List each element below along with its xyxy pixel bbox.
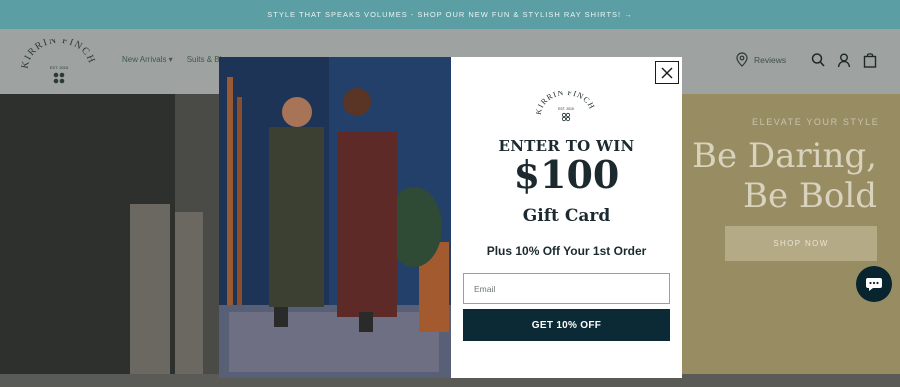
popup-offer-text: Plus 10% Off Your 1st Order [486,244,647,258]
popup-photo-image [219,57,451,378]
hero-eyebrow: ELEVATE YOUR STYLE [752,117,880,127]
svg-text:EST. 2015: EST. 2015 [50,65,69,70]
location-pin-icon [736,52,748,67]
main-nav: New Arrivals ▾ Suits & Bl [122,55,221,64]
nav-suits[interactable]: Suits & Bl [187,55,222,64]
popup-amount: $100 [513,152,620,197]
account-icon[interactable] [837,52,851,68]
popup-logo: KIRRIN FINCH EST. 2015 [536,91,596,122]
hero-headline: Be Daring, Be Bold [692,136,877,216]
reviews-label: Reviews [754,54,787,65]
cart-icon[interactable] [863,52,877,68]
shop-now-button[interactable]: SHOP NOW [725,226,877,261]
reviews-link[interactable]: Reviews [736,52,786,67]
popup-subheading: Gift Card [522,206,611,226]
chat-button[interactable] [856,266,892,302]
announcement-bar[interactable]: STYLE THAT SPEAKS VOLUMES - SHOP OUR NEW… [0,0,900,29]
announcement-text[interactable]: STYLE THAT SPEAKS VOLUMES - SHOP OUR NEW… [267,10,632,19]
nav-new-arrivals[interactable]: New Arrivals ▾ [122,55,173,64]
hero-headline-line2: Be Bold [742,176,877,216]
brand-logo[interactable]: KIRRIN FINCH EST. 2015 [20,39,98,85]
email-field[interactable] [463,273,670,304]
get-discount-button[interactable]: GET 10% OFF [463,309,670,341]
hero-post-image [130,204,170,387]
hero-post-image [175,212,203,387]
svg-text:EST. 2015: EST. 2015 [558,107,574,111]
close-button[interactable] [655,61,679,84]
popup-photo [219,57,451,378]
chat-icon [866,278,882,291]
close-icon [661,67,673,78]
search-icon[interactable] [811,52,825,68]
svg-text:KIRRIN FINCH: KIRRIN FINCH [536,91,596,115]
hero-headline-line1: Be Daring, [691,136,877,176]
